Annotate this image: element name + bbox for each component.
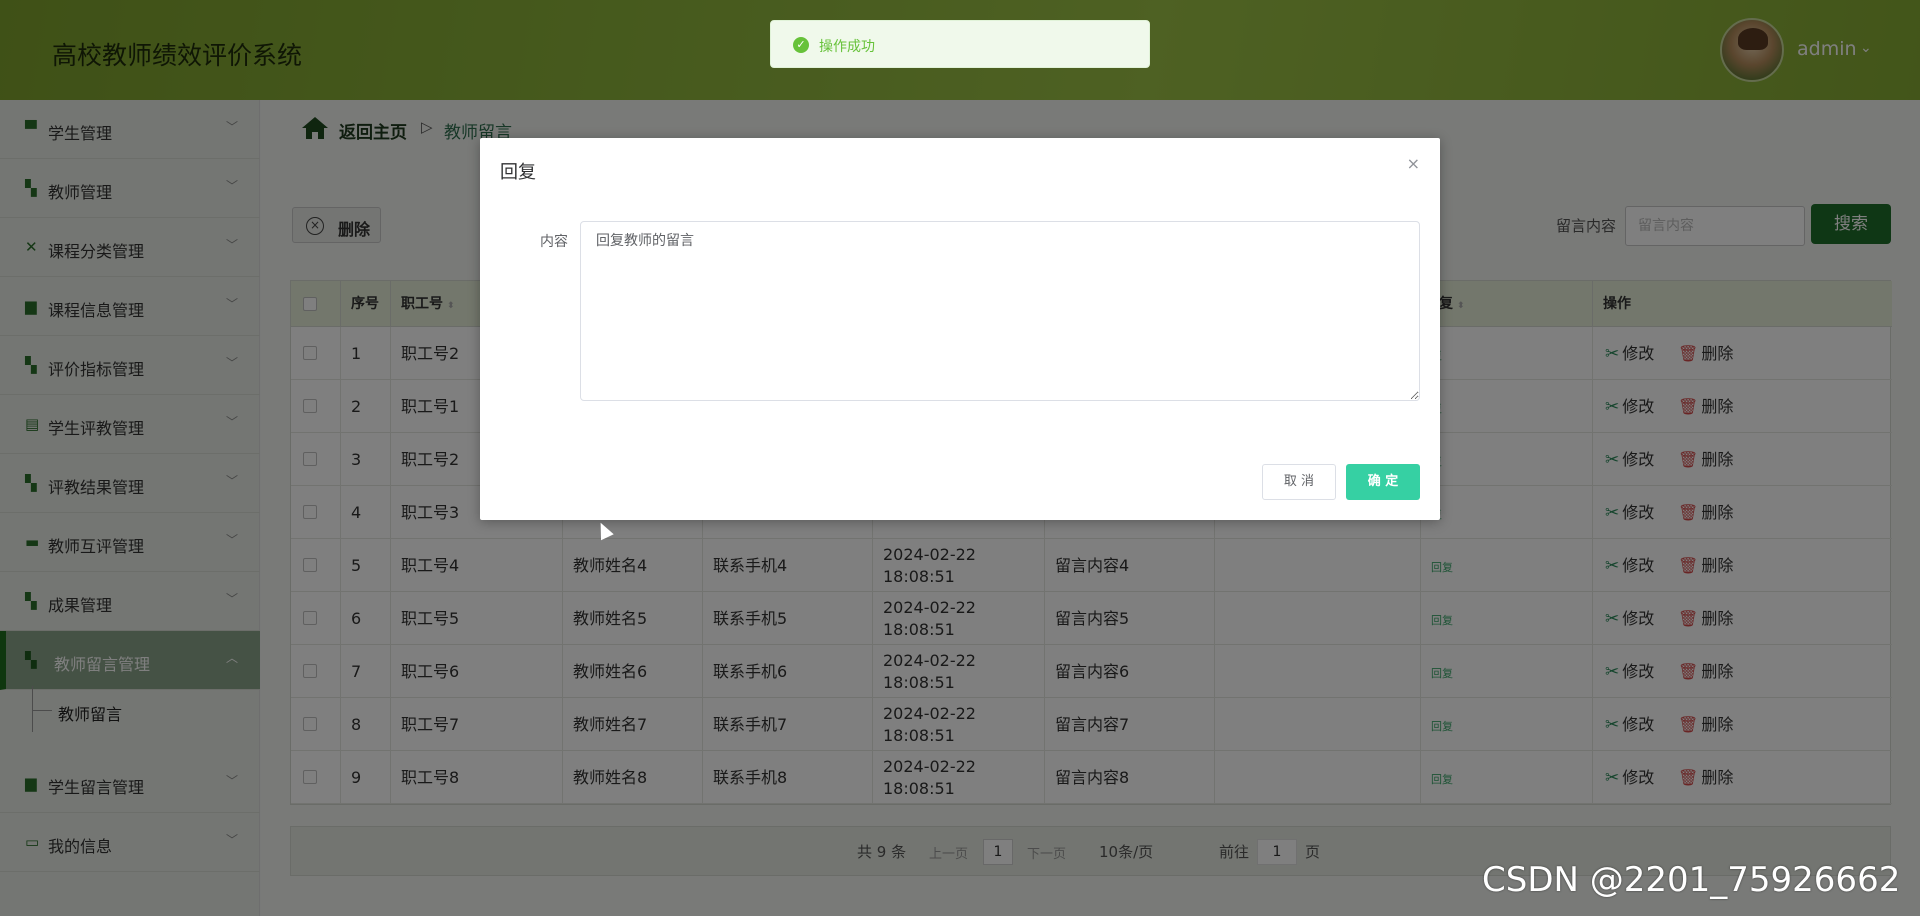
reply-dialog: 回复 × 内容 回复教师的留言 取 消 确 定 bbox=[480, 138, 1440, 520]
reply-content-textarea[interactable]: 回复教师的留言 bbox=[580, 221, 1420, 401]
cancel-button[interactable]: 取 消 bbox=[1262, 464, 1336, 500]
check-circle-icon: ✓ bbox=[793, 37, 809, 53]
dialog-title: 回复 bbox=[500, 162, 536, 183]
success-toast: ✓ 操作成功 bbox=[770, 20, 1150, 68]
close-icon[interactable]: × bbox=[1407, 154, 1420, 173]
watermark: CSDN @2201_75926662 bbox=[1482, 860, 1901, 900]
content-label: 内容 bbox=[540, 234, 568, 250]
confirm-button[interactable]: 确 定 bbox=[1346, 464, 1420, 500]
